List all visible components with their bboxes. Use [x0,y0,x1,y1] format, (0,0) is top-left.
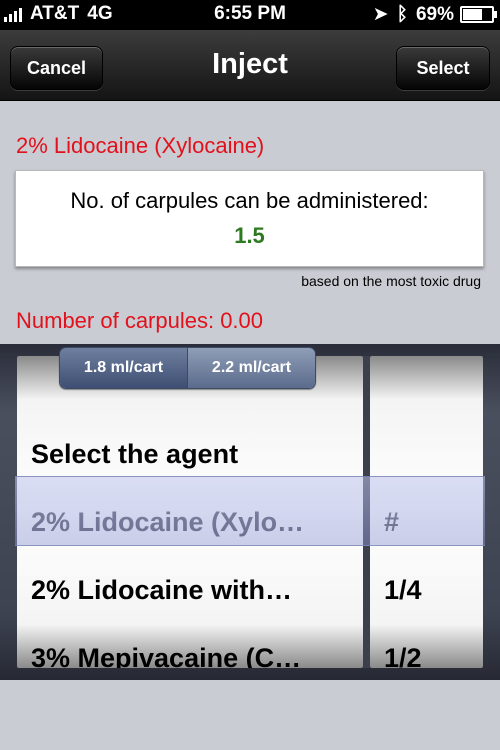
number-of-carpules: Number of carpules: 0.00 [16,308,264,333]
picker-row[interactable]: 3% Mepivacaine (C… [17,624,363,668]
agent-wheel[interactable]: Select the agent 2% Lidocaine (Xylo… 2% … [17,356,363,668]
status-icons: ➤ ᛒ 69% [365,3,497,26]
agent-picker[interactable]: Select the agent 2% Lidocaine (Xylo… 2% … [0,344,500,680]
result-value: 1.5 [234,223,265,248]
fraction-wheel[interactable]: # 1/4 1/2 [370,356,483,668]
fraction-row-selected[interactable]: # [370,488,483,556]
toxicity-note: based on the most toxic drug [301,273,481,289]
location-arrow-icon: ➤ [372,4,389,25]
result-box: No. of carpules can be administered: 1.5 [15,170,484,267]
select-button[interactable]: Select [396,46,490,90]
picker-row[interactable]: 2% Lidocaine with… [17,556,363,624]
fraction-row[interactable] [370,420,483,488]
picker-divider [363,356,370,668]
selected-agent-title: 2% Lidocaine (Xylocaine) [16,133,265,158]
battery-icon [460,6,497,23]
bottom-background [0,680,500,750]
result-label: No. of carpules can be administered: [70,188,429,213]
segment-1-8-ml[interactable]: 1.8 ml/cart [60,348,187,388]
status-bar: AT&T 4G 6:55 PM ➤ ᛒ 69% [0,0,500,30]
picker-row[interactable]: Select the agent [17,420,363,488]
fraction-row[interactable]: 1/2 [370,624,483,668]
fraction-row[interactable]: 1/4 [370,556,483,624]
navigation-bar: Cancel Inject Select [0,30,500,101]
picker-row-selected[interactable]: 2% Lidocaine (Xylo… [17,488,363,556]
cartridge-volume-segmented-control[interactable]: 1.8 ml/cart 2.2 ml/cart [59,347,316,389]
bluetooth-icon: ᛒ [396,3,408,25]
segment-2-2-ml[interactable]: 2.2 ml/cart [187,348,315,388]
battery-percent: 69% [415,3,454,25]
